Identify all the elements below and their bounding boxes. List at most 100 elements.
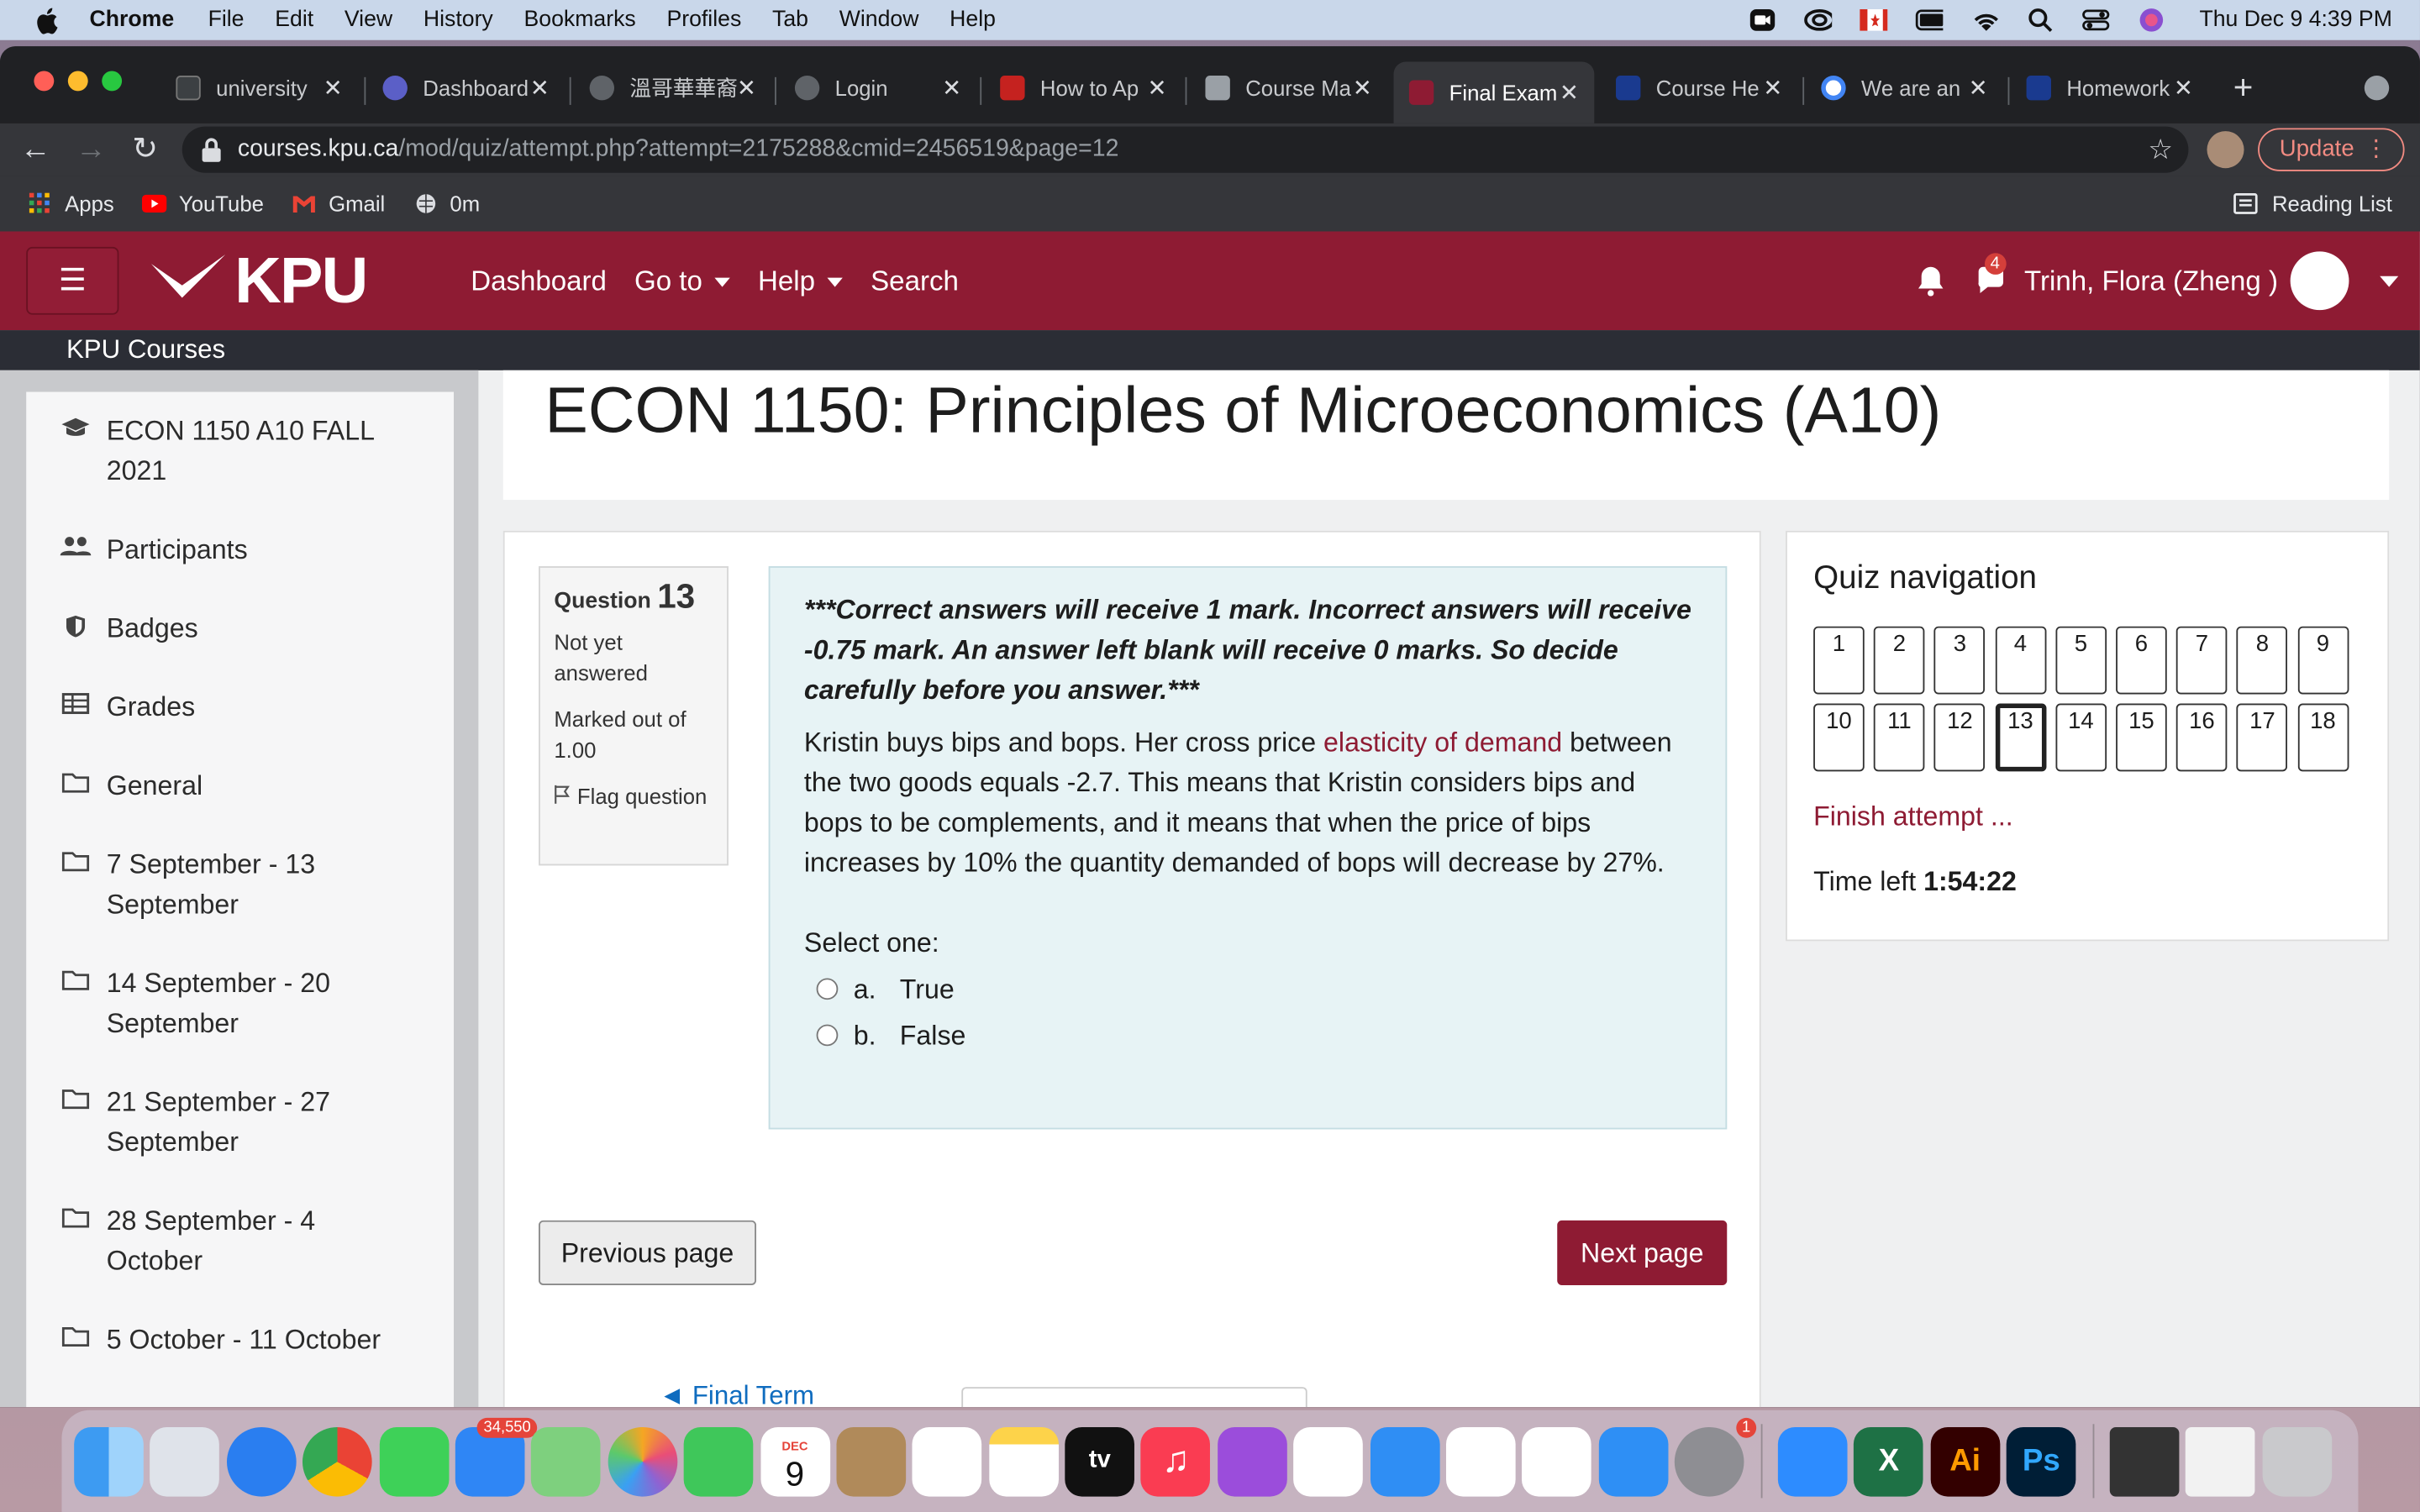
glossary-link[interactable]: elasticity of demand (1323, 727, 1562, 758)
menu-history[interactable]: History (424, 8, 493, 32)
quiz-nav-button-1[interactable]: 1 (1813, 626, 1865, 695)
tab-dashboard[interactable]: Dashboard ✕ (367, 61, 565, 113)
tab-close-icon[interactable]: ✕ (324, 74, 343, 102)
reading-list-button[interactable]: Reading List (2233, 192, 2392, 216)
tab-close-icon[interactable]: ✕ (1353, 74, 1372, 102)
tab-course-help[interactable]: Course He ✕ (1601, 61, 1798, 113)
quiz-nav-button-4[interactable]: 4 (1995, 626, 2046, 695)
sidebar-item-week-3[interactable]: 21 September - 27 September (60, 1082, 400, 1163)
siri-icon[interactable] (2138, 8, 2165, 32)
tab-final-exam[interactable]: Final Exam ✕ (1393, 61, 1595, 123)
nav-search[interactable]: Search (871, 265, 959, 297)
bookmark-star-icon[interactable]: ☆ (2148, 134, 2173, 167)
keynote-icon[interactable] (1370, 1426, 1439, 1496)
menubar-clock[interactable]: Thu Dec 9 4:39 PM (2199, 8, 2391, 32)
quiz-nav-button-15[interactable]: 15 (2116, 703, 2167, 772)
chrome-icon[interactable] (302, 1426, 372, 1496)
minimize-window-button[interactable] (67, 71, 88, 92)
quiz-nav-button-11[interactable]: 11 (1874, 703, 1925, 772)
tab-close-icon[interactable]: ✕ (737, 74, 756, 102)
quiz-nav-button-6[interactable]: 6 (2116, 626, 2167, 695)
answer-option-true[interactable]: a. True (816, 969, 1691, 1009)
quiz-nav-button-3[interactable]: 3 (1934, 626, 1986, 695)
maximize-window-button[interactable] (102, 71, 123, 92)
menu-app-name[interactable]: Chrome (90, 8, 175, 32)
menu-edit[interactable]: Edit (275, 8, 313, 32)
menu-bookmarks[interactable]: Bookmarks (524, 8, 636, 32)
apple-tv-icon[interactable]: tv (1065, 1426, 1135, 1496)
radio-true[interactable] (816, 978, 839, 1000)
user-avatar[interactable] (2290, 251, 2349, 311)
bookmark-0m[interactable]: 0m (413, 192, 480, 216)
quiz-nav-button-12[interactable]: 12 (1934, 703, 1986, 772)
tab-login[interactable]: Login ✕ (780, 61, 977, 113)
menu-file[interactable]: File (208, 8, 245, 32)
tab-search-icon[interactable] (2364, 75, 2390, 101)
radio-false[interactable] (816, 1024, 839, 1047)
option-text[interactable]: True (900, 969, 955, 1009)
menu-profiles[interactable]: Profiles (666, 8, 741, 32)
close-window-button[interactable] (34, 71, 55, 92)
reminders-icon[interactable] (913, 1426, 982, 1496)
sidebar-item-week-2[interactable]: 14 September - 20 September (60, 963, 400, 1043)
tab-close-icon[interactable]: ✕ (942, 74, 961, 102)
photos-icon[interactable] (608, 1426, 677, 1496)
tab-university[interactable]: university ✕ (160, 61, 358, 113)
quiz-nav-button-9[interactable]: 9 (2297, 626, 2349, 695)
nav-goto[interactable]: Go to (634, 265, 730, 297)
bookmark-youtube[interactable]: YouTube (141, 192, 264, 216)
address-bar[interactable]: courses.kpu.ca/mod/quiz/attempt.php?atte… (182, 126, 2189, 173)
illustrator-icon[interactable]: Ai (1930, 1426, 2000, 1496)
user-name[interactable]: Trinh, Flora (Zheng ) (2024, 265, 2278, 297)
quiz-nav-button-18[interactable]: 18 (2297, 703, 2349, 772)
calendar-icon[interactable]: DEC 9 (760, 1426, 830, 1496)
creative-cloud-icon[interactable] (1804, 8, 1833, 32)
user-menu-caret-icon[interactable] (2380, 275, 2399, 286)
previous-activity-link[interactable]: ◄ Final Term (659, 1381, 814, 1407)
tab-how-to-apply[interactable]: How to Ap ✕ (985, 61, 1182, 113)
profile-avatar[interactable] (2207, 131, 2244, 169)
tab-homework[interactable]: Homework ✕ (2011, 61, 2208, 113)
music-icon[interactable]: ♫ (1141, 1426, 1211, 1496)
quiz-nav-button-13[interactable]: 13 (1995, 703, 2046, 772)
sidebar-item-week-5[interactable]: 5 October - 11 October (60, 1319, 462, 1359)
quiz-nav-button-8[interactable]: 8 (2237, 626, 2288, 695)
course-breadcrumb-bar[interactable]: KPU Courses (0, 330, 2420, 370)
tab-close-icon[interactable]: ✕ (530, 74, 550, 102)
new-tab-button[interactable]: + (2233, 68, 2254, 108)
messages-icon[interactable]: 4 (1975, 253, 2007, 297)
wifi-icon[interactable] (1971, 8, 1999, 32)
podcasts-icon[interactable] (1217, 1426, 1287, 1496)
next-page-button[interactable]: Next page (1557, 1220, 1728, 1285)
answer-option-false[interactable]: b. False (816, 1016, 1691, 1056)
numbers-icon[interactable] (1446, 1426, 1516, 1496)
notes-icon[interactable] (988, 1426, 1059, 1496)
photoshop-icon[interactable]: Ps (2006, 1426, 2076, 1496)
finder-icon[interactable] (74, 1426, 144, 1496)
kpu-logo[interactable]: KPU (148, 244, 368, 317)
mail-icon[interactable]: 34,550 (455, 1417, 538, 1496)
option-text[interactable]: False (900, 1016, 966, 1056)
tab-close-icon[interactable]: ✕ (1147, 74, 1166, 102)
sidebar-item-grades[interactable]: Grades (60, 686, 400, 727)
zoom-icon[interactable] (1777, 1426, 1848, 1496)
tab-chinese-site[interactable]: 溫哥華華裔 ✕ (574, 61, 771, 113)
tab-google-search[interactable]: We are an ✕ (1806, 61, 2003, 113)
menu-view[interactable]: View (345, 8, 392, 32)
tab-close-icon[interactable]: ✕ (2174, 74, 2193, 102)
news-icon[interactable] (1293, 1426, 1364, 1496)
stack-documents-icon[interactable] (2186, 1426, 2256, 1496)
system-preferences-icon[interactable]: 1 (1675, 1417, 1757, 1496)
battery-icon[interactable] (1915, 8, 1944, 32)
facetime-icon[interactable] (683, 1426, 754, 1496)
control-center-icon[interactable] (2082, 8, 2110, 32)
app-store-icon[interactable] (1598, 1426, 1669, 1496)
canada-flag-icon[interactable] (1860, 8, 1888, 32)
menu-tab[interactable]: Tab (772, 8, 808, 32)
update-button[interactable]: Update ⋮ (2258, 128, 2405, 171)
quiz-nav-button-7[interactable]: 7 (2176, 626, 2228, 695)
previous-page-button[interactable]: Previous page (539, 1220, 756, 1285)
excel-icon[interactable]: X (1854, 1426, 1924, 1496)
forward-arrow-icon[interactable]: → (74, 133, 108, 166)
quiz-nav-button-17[interactable]: 17 (2237, 703, 2288, 772)
